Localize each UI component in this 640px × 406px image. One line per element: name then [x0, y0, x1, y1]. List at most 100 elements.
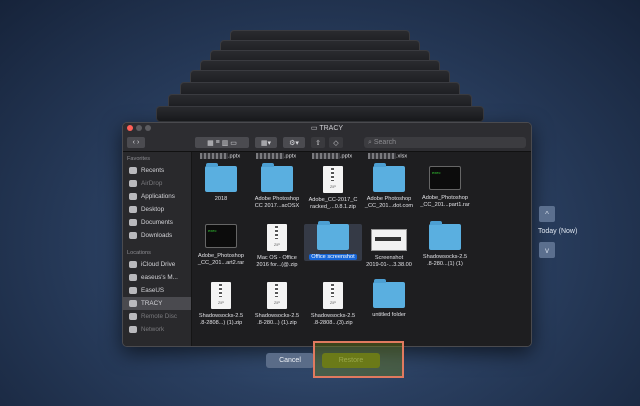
list-view-icon[interactable]: ≡	[216, 139, 220, 146]
search-field[interactable]: ⌕ Search	[364, 137, 526, 148]
sidebar-item-icon	[129, 219, 137, 226]
file-name: Shadowsocks-2.5	[254, 313, 300, 319]
folder-icon	[317, 221, 349, 250]
gallery-view-icon[interactable]: ▭	[230, 139, 237, 147]
file-item[interactable]: Adobe Photoshop _CC_201...dot.com	[360, 163, 418, 210]
file-item[interactable]: Adobe Photoshop CC 2017...acOSX	[248, 163, 306, 210]
file-name: Adobe Photoshop	[366, 196, 412, 202]
stack-window	[156, 106, 484, 122]
sidebar-item-label: EaseUS	[141, 287, 165, 294]
sidebar-item-label: Remote Disc	[141, 313, 178, 320]
share-icon: ⇧	[315, 139, 321, 147]
sidebar-item-icloud-drive[interactable]: iCloud Drive	[123, 258, 191, 271]
file-grid: .pptx .pptx .pptx .xlsx 2018 Adobe Photoshop…	[192, 152, 531, 346]
folder-icon	[429, 221, 461, 250]
sidebar-item-airdrop[interactable]: AirDrop	[123, 177, 191, 190]
file-item[interactable]: untitled folder	[360, 279, 418, 319]
file-name: Adobe_Photoshop	[421, 195, 469, 201]
file-item[interactable]: Shadowsocks-2.5.8-280...(1) (1)	[416, 221, 474, 268]
timeline-down-button[interactable]: v	[539, 242, 555, 258]
sidebar-item-tracy[interactable]: TRACY	[123, 297, 191, 310]
file-name: Office screenshot	[309, 254, 357, 260]
sidebar-item-icon	[129, 261, 137, 268]
tags-button[interactable]: ◇	[329, 137, 343, 148]
folder-icon	[373, 279, 405, 308]
file-name-line2: _CC_201...part1.rar	[420, 202, 470, 208]
sidebar-item-label: easeus's M...	[141, 274, 178, 281]
zip-file-icon: ZIP	[267, 282, 287, 309]
file-item[interactable]: ZIP Shadowsocks-2.5.8-2808...(3).zip	[304, 282, 362, 327]
file-name: untitled folder	[372, 312, 406, 318]
sidebar-item-recents[interactable]: Recents	[123, 164, 191, 177]
redacted-filename	[368, 153, 396, 159]
sidebar-item-label: Network	[141, 326, 165, 333]
file-name-partial[interactable]: .pptx	[256, 153, 296, 159]
file-extension: .pptx	[340, 153, 353, 160]
file-item[interactable]: exec Adobe_Photoshop _CC_201...part1.rar	[416, 166, 474, 209]
sidebar-item-icon	[129, 313, 137, 320]
sidebar-item-easeus-s-m[interactable]: easeus's M...	[123, 271, 191, 284]
back-icon[interactable]: ‹	[133, 139, 135, 146]
back-forward-buttons[interactable]: ‹ ›	[127, 137, 145, 148]
redacted-filename	[312, 153, 340, 159]
sidebar-item-label: TRACY	[141, 300, 163, 307]
file-name: Shadowsocks-2.5	[310, 313, 356, 319]
file-name: Screenshot	[374, 255, 404, 261]
restore-button[interactable]: Restore	[322, 353, 380, 368]
forward-icon[interactable]: ›	[137, 139, 139, 146]
sidebar-item-easeus[interactable]: EaseUS	[123, 284, 191, 297]
zip-file-icon: ZIP	[323, 166, 343, 193]
zip-label: ZIP	[273, 300, 281, 305]
file-name-line2: _CC_201...dot.com	[364, 203, 414, 209]
redacted-filename	[200, 153, 228, 159]
file-item[interactable]: ZIP Shadowsocks-2.5.8-2808...) (1).zip	[192, 282, 250, 327]
chevron-up-icon: ^	[545, 209, 549, 219]
file-item[interactable]: exec Adobe_Photoshop _CC_201...art2.rar	[192, 224, 250, 267]
file-name-line2: racked_...0.8.1.zip	[310, 204, 356, 210]
share-button[interactable]: ⇧	[311, 137, 325, 148]
group-button[interactable]: ▦▾	[255, 137, 277, 148]
file-name-line2: 2019-01-...3.38.00	[366, 262, 412, 268]
file-item[interactable]: ZIP Adobe_CC-2017_C racked_...0.8.1.zip	[304, 166, 362, 211]
file-item[interactable]: Office screenshot	[304, 221, 362, 261]
zip-label: ZIP	[329, 300, 337, 305]
zip-label: ZIP	[329, 184, 337, 189]
chevron-down-icon: v	[545, 245, 549, 255]
sidebar-item-documents[interactable]: Documents	[123, 216, 191, 229]
file-name-line2: .8-2808...) (1).zip	[199, 320, 243, 326]
timeline-up-button[interactable]: ^	[539, 206, 555, 222]
file-item[interactable]: ZIP Shadowsocks-2.5.8-280...) (1).zip	[248, 282, 306, 327]
file-name-line2: .8-280...) (1).zip	[257, 320, 297, 326]
sidebar-item-icon	[129, 167, 137, 174]
sidebar-item-icon	[129, 193, 137, 200]
sidebar-item-label: Desktop	[141, 206, 165, 213]
file-name-partial[interactable]: .pptx	[312, 153, 352, 159]
sidebar-header-favorites: Favorites	[127, 156, 151, 162]
sidebar-item-icon	[129, 287, 137, 294]
sidebar-item-downloads[interactable]: Downloads	[123, 229, 191, 242]
cancel-button[interactable]: Cancel	[266, 353, 314, 368]
zip-file-icon: ZIP	[323, 282, 343, 309]
sidebar-item-icon	[129, 274, 137, 281]
sidebar-item-network[interactable]: Network	[123, 323, 191, 336]
file-name-line2: _CC_201...art2.rar	[197, 260, 245, 266]
view-mode-switcher[interactable]: ▦ ≡ ▥ ▭	[195, 137, 249, 148]
zip-file-icon: ZIP	[211, 282, 231, 309]
file-name-partial[interactable]: .pptx	[200, 153, 240, 159]
sidebar-item-desktop[interactable]: Desktop	[123, 203, 191, 216]
sidebar-item-remote-disc[interactable]: Remote Disc	[123, 310, 191, 323]
sidebar-item-applications[interactable]: Applications	[123, 190, 191, 203]
icon-view-icon[interactable]: ▦	[207, 139, 214, 147]
column-view-icon[interactable]: ▥	[222, 139, 229, 147]
sidebar-item-label: Downloads	[141, 232, 173, 239]
screenshot-icon	[371, 229, 407, 251]
file-name-partial[interactable]: .xlsx	[368, 153, 407, 159]
folder-icon	[205, 163, 237, 192]
file-item[interactable]: ZIP Mac OS - Office 2016 for...(@.zip	[248, 224, 306, 269]
file-item[interactable]: Screenshot 2019-01-...3.38.00	[360, 224, 418, 269]
file-item[interactable]: 2018	[192, 163, 250, 203]
action-button[interactable]: ⚙▾	[283, 137, 305, 148]
sidebar-item-icon	[129, 326, 137, 333]
sidebar-header-locations: Locations	[127, 250, 151, 256]
terminal-icon: exec	[205, 224, 237, 248]
